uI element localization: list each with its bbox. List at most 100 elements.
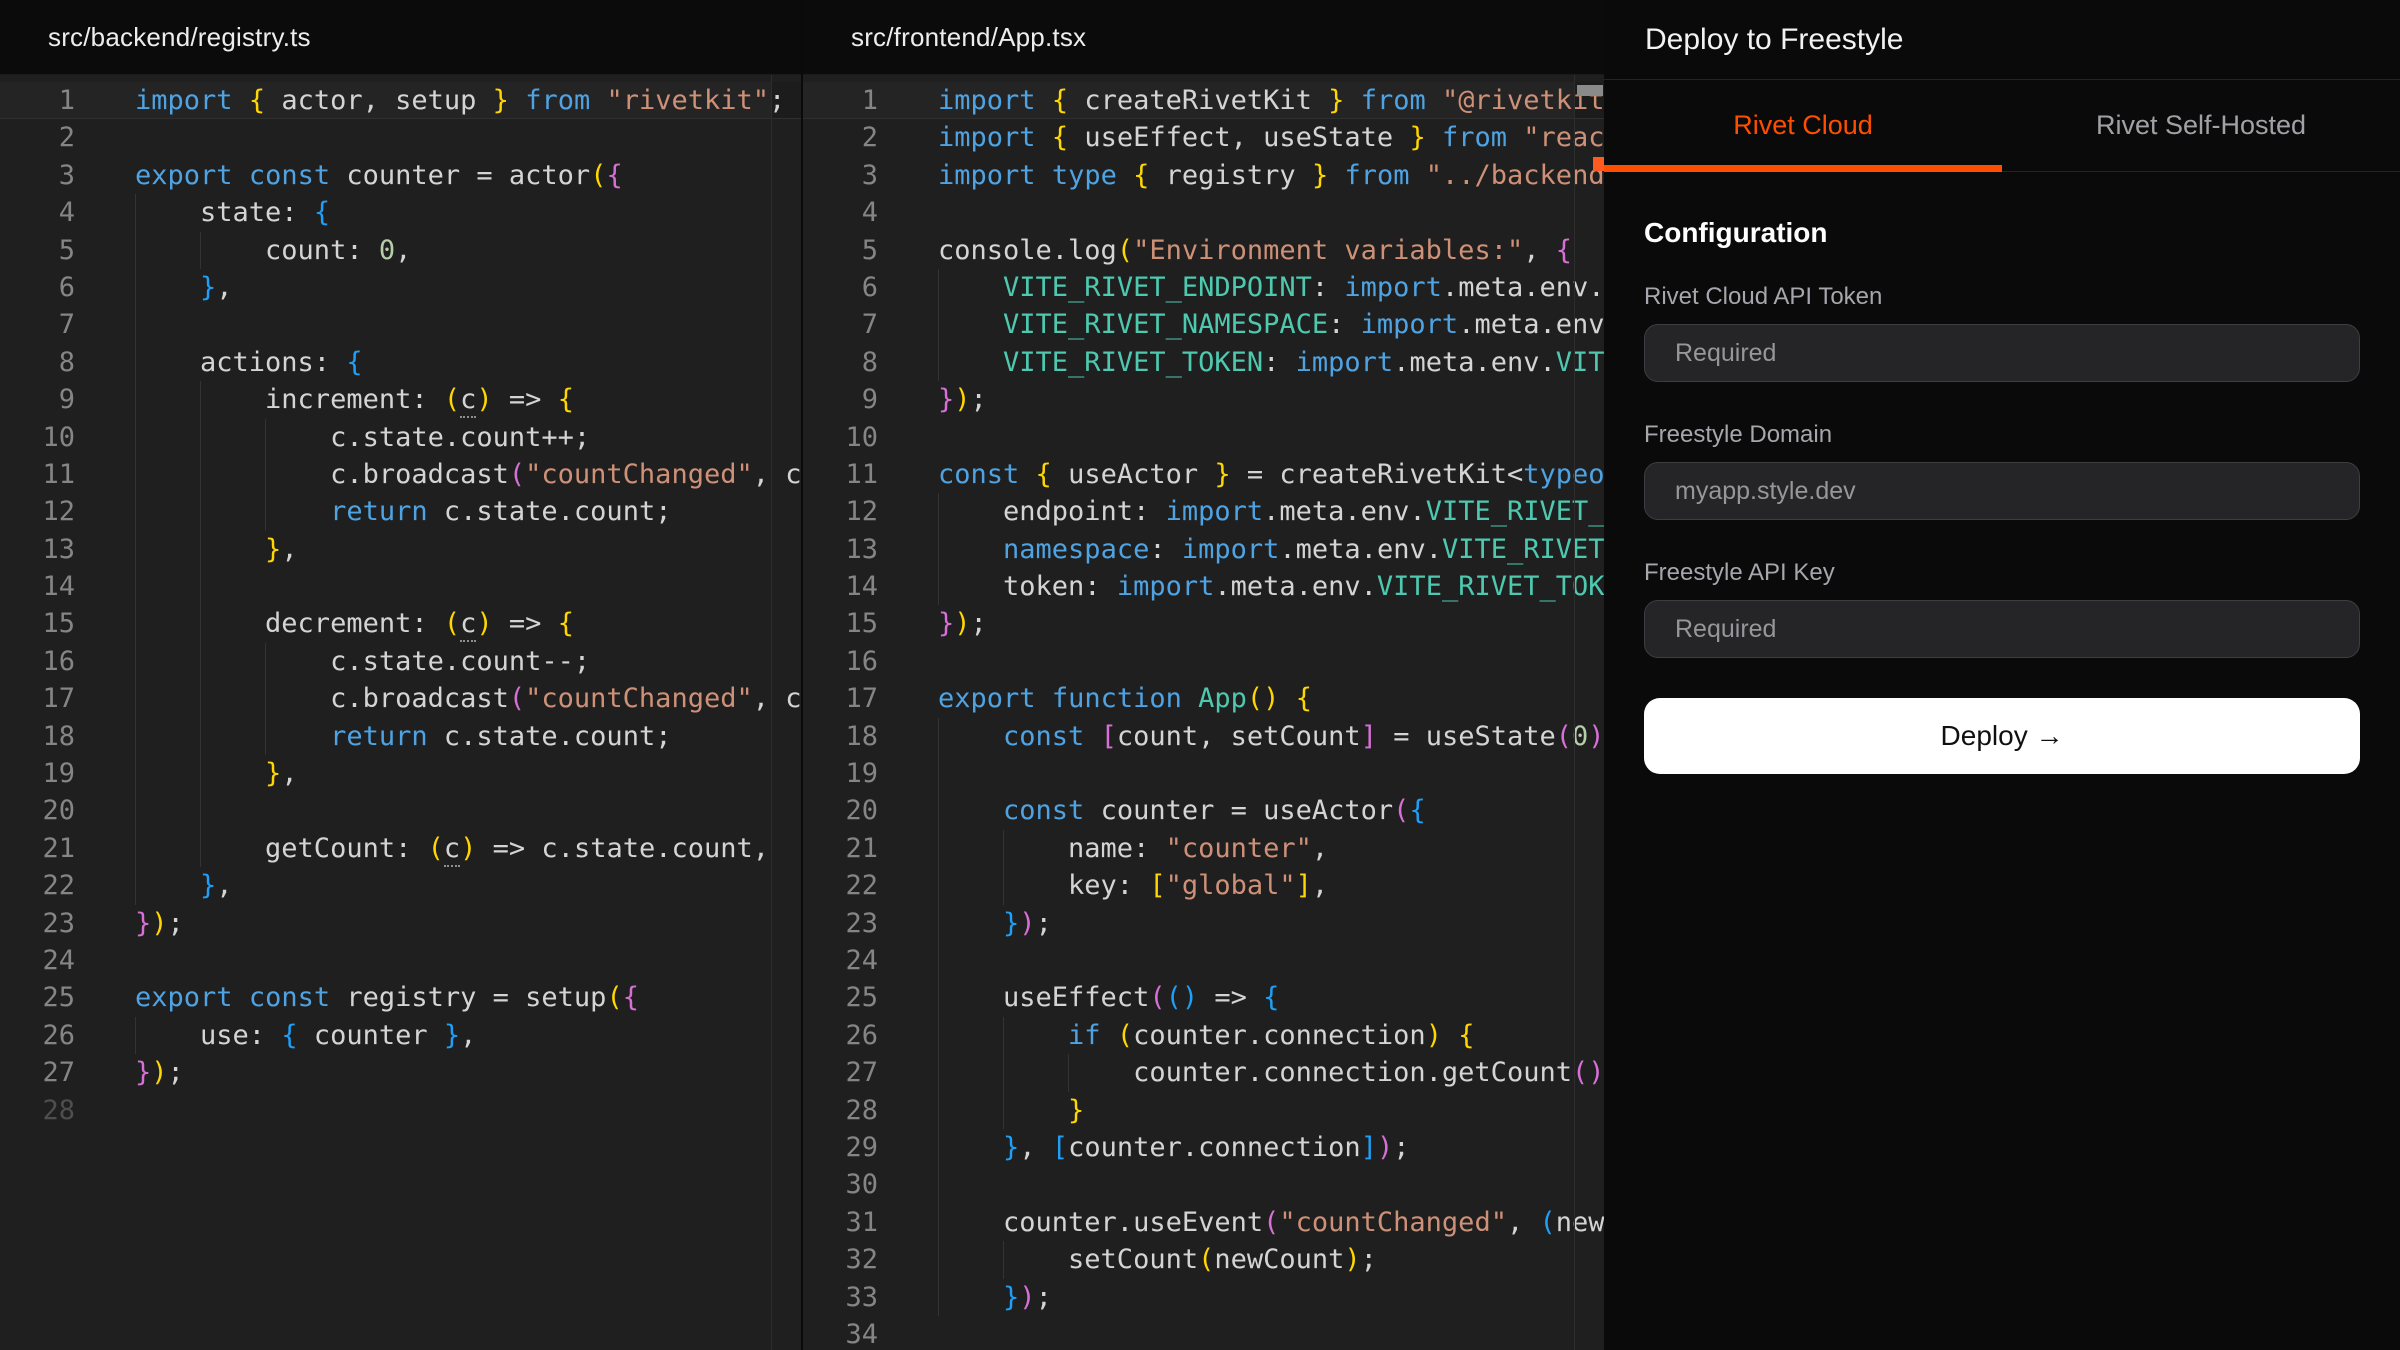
line-number: 19 [803, 755, 878, 792]
line-number: 14 [0, 568, 75, 605]
scrollbar-thumb[interactable] [1577, 85, 1603, 96]
freestyle-domain-input[interactable] [1644, 462, 2360, 520]
indent-guide [200, 568, 201, 605]
code-line: 28 [0, 1092, 801, 1129]
indent-guide [265, 456, 266, 493]
code-line: 10 c.state.count++; [0, 419, 801, 456]
indent-guide [938, 1241, 939, 1278]
indent-guide [200, 755, 201, 792]
file-title-registry: src/backend/registry.ts [0, 0, 801, 75]
line-number: 18 [803, 718, 878, 755]
line-number: 24 [0, 942, 75, 979]
line-number: 12 [803, 493, 878, 530]
deploy-dialog: src/backend/registry.ts 1import { actor,… [0, 0, 2400, 1350]
rivet-cloud-api-token-input[interactable] [1644, 324, 2360, 382]
indent-guide [938, 344, 939, 381]
line-number: 33 [803, 1279, 878, 1316]
code-line: 18 return c.state.count; [0, 718, 801, 755]
indent-guide [1068, 1054, 1069, 1091]
code-line: 28 } [803, 1092, 1604, 1129]
code-line: 8 VITE_RIVET_TOKEN: import.meta.env.VITE… [803, 344, 1604, 381]
line-number: 22 [803, 867, 878, 904]
line-number: 27 [803, 1054, 878, 1091]
indent-guide [135, 718, 136, 755]
code-line: 16 c.state.count--; [0, 643, 801, 680]
line-number: 21 [803, 830, 878, 867]
indent-guide [1003, 1054, 1004, 1091]
indent-guide [938, 905, 939, 942]
indent-guide [135, 232, 136, 269]
indent-guide [1003, 1017, 1004, 1054]
code-panel-app: src/frontend/App.tsx 1import { createRiv… [801, 0, 1604, 1350]
line-number: 21 [0, 830, 75, 867]
indent-guide [265, 493, 266, 530]
code-line: 1import { createRivetKit } from "@rivetk… [803, 82, 1604, 119]
code-line: 20 const counter = useActor({ [803, 792, 1604, 829]
indent-guide [938, 1054, 939, 1091]
code-editor-registry[interactable]: 1import { actor, setup } from "rivetkit"… [0, 75, 801, 1350]
indent-guide [938, 830, 939, 867]
line-number: 20 [0, 792, 75, 829]
indent-guide [200, 792, 201, 829]
tab-rivet-self-hosted[interactable]: Rivet Self-Hosted [2002, 80, 2400, 171]
line-number: 2 [0, 119, 75, 156]
code-line: 32 setCount(newCount); [803, 1241, 1604, 1278]
indent-guide [938, 755, 939, 792]
deploy-tabs: Rivet Cloud Rivet Self-Hosted [1604, 80, 2400, 172]
code-line: 26 if (counter.connection) { [803, 1017, 1604, 1054]
line-number: 15 [803, 605, 878, 642]
line-number: 10 [803, 419, 878, 456]
line-number: 31 [803, 1204, 878, 1241]
code-editor-app[interactable]: 1import { createRivetKit } from "@rivetk… [803, 75, 1604, 1350]
deploy-panel-title: Deploy to Freestyle [1604, 0, 2400, 80]
indent-guide [938, 792, 939, 829]
code-line: 27 counter.connection.getCount().then(se… [803, 1054, 1604, 1091]
code-line: 27}); [0, 1054, 801, 1091]
configuration-heading: Configuration [1644, 216, 2360, 250]
code-panel-registry: src/backend/registry.ts 1import { actor,… [0, 0, 801, 1350]
indent-guide [200, 381, 201, 418]
tab-rivet-cloud[interactable]: Rivet Cloud [1604, 80, 2002, 171]
line-number: 7 [0, 306, 75, 343]
indent-guide [135, 605, 136, 642]
indent-guide [200, 605, 201, 642]
line-number: 22 [0, 867, 75, 904]
code-line: 3export const counter = actor({ [0, 157, 801, 194]
code-line: 13 }, [0, 531, 801, 568]
indent-guide [938, 531, 939, 568]
configuration-section: Configuration Rivet Cloud API Token Free… [1604, 172, 2400, 774]
deploy-button[interactable]: Deploy → [1644, 698, 2360, 774]
code-line: 23 }); [803, 905, 1604, 942]
indent-guide [1003, 1092, 1004, 1129]
indent-guide [938, 867, 939, 904]
line-number: 16 [803, 643, 878, 680]
indent-guide [265, 643, 266, 680]
line-number: 15 [0, 605, 75, 642]
code-line: 11const { useActor } = createRivetKit<ty… [803, 456, 1604, 493]
code-line: 20 [0, 792, 801, 829]
tab-rivet-cloud-label: Rivet Cloud [1733, 110, 1873, 141]
line-number: 29 [803, 1129, 878, 1166]
line-number: 11 [0, 456, 75, 493]
code-line: 29 }, [counter.connection]); [803, 1129, 1604, 1166]
line-number: 5 [803, 232, 878, 269]
line-number: 28 [803, 1092, 878, 1129]
freestyle-api-key-input[interactable] [1644, 600, 2360, 658]
code-line: 17 c.broadcast("countChanged", c.state.c… [0, 680, 801, 717]
indent-guide [1003, 1241, 1004, 1278]
line-number: 12 [0, 493, 75, 530]
line-number: 34 [803, 1316, 878, 1350]
line-number: 26 [803, 1017, 878, 1054]
code-line: 25 useEffect(() => { [803, 979, 1604, 1016]
code-line: 12 endpoint: import.meta.env.VITE_RIVET_… [803, 493, 1604, 530]
scrollbar-track [1574, 75, 1575, 1350]
indent-guide [135, 867, 136, 904]
line-number: 2 [803, 119, 878, 156]
indent-guide [1003, 830, 1004, 867]
indent-guide [135, 269, 136, 306]
line-number: 17 [0, 680, 75, 717]
code-line: 12 return c.state.count; [0, 493, 801, 530]
indent-guide [135, 419, 136, 456]
indent-guide [135, 830, 136, 867]
code-line: 6 VITE_RIVET_ENDPOINT: import.meta.env.V… [803, 269, 1604, 306]
